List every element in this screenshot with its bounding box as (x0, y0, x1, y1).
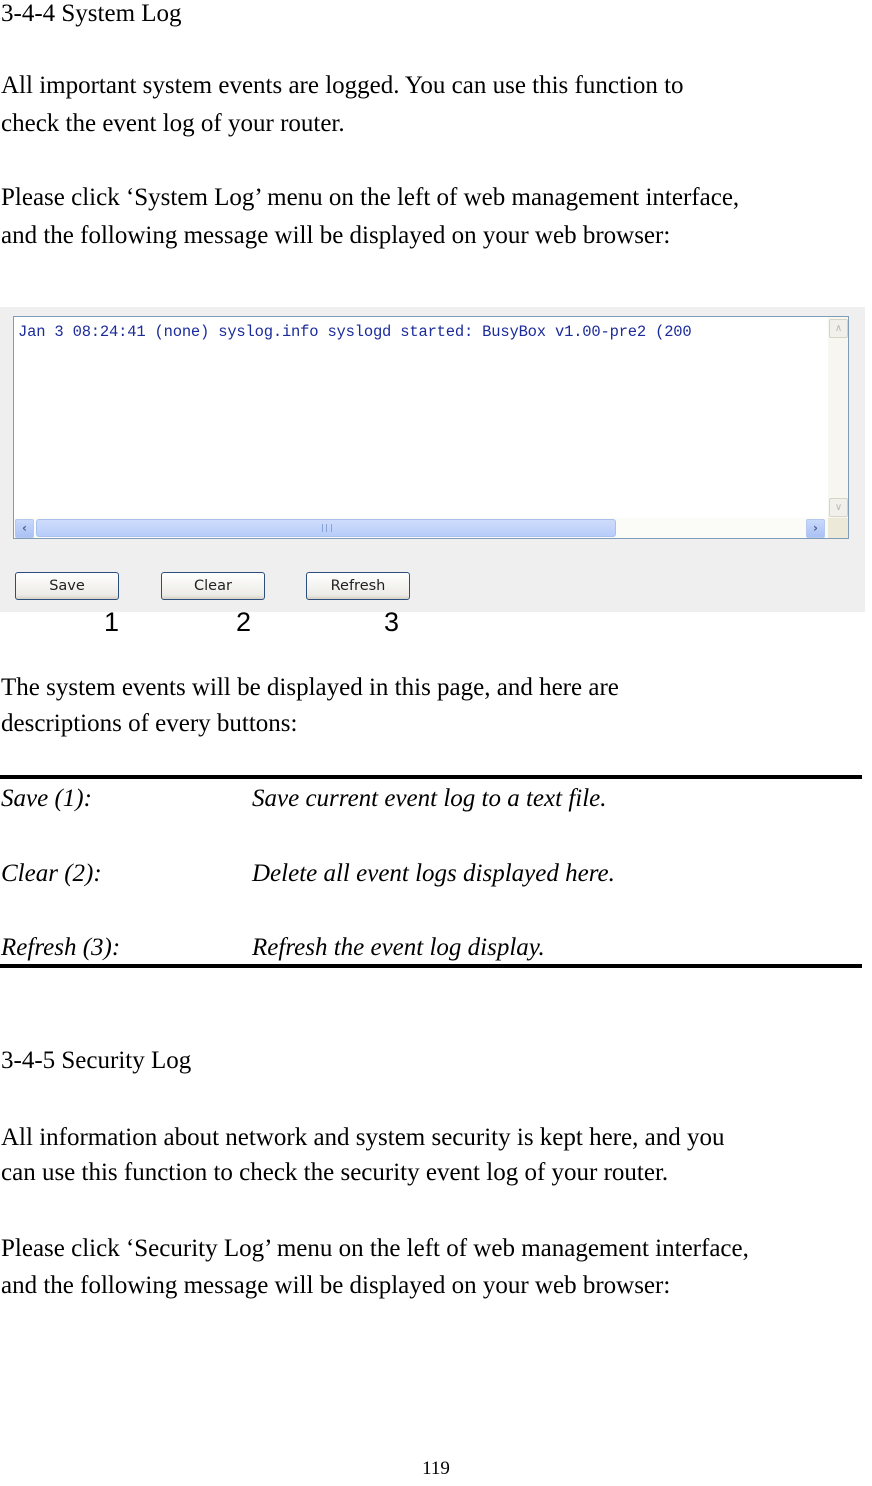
refresh-button[interactable]: Refresh (306, 572, 410, 600)
log-entry: Jan 3 08:24:41 (none) syslog.info syslog… (18, 323, 692, 341)
scroll-right-icon[interactable]: › (806, 519, 825, 538)
security-instruction-line-1: Please click ‘Security Log’ menu on the … (1, 1235, 749, 1262)
table-bottom-rule (0, 964, 862, 968)
description-term: Save (1): (1, 785, 92, 812)
vertical-scrollbar[interactable]: ∧ ∨ (828, 317, 848, 519)
system-log-textarea[interactable]: Jan 3 08:24:41 (none) syslog.info syslog… (13, 316, 849, 539)
description-term: Refresh (3): (1, 934, 121, 961)
instruction-line-2: and the following message will be displa… (1, 222, 671, 249)
callout-number-3: 3 (384, 607, 400, 637)
scroll-down-icon[interactable]: ∨ (829, 498, 848, 517)
callout-number-2: 2 (236, 607, 252, 637)
section-heading-security-log: 3-4-5 Security Log (1, 1047, 192, 1074)
intro-line-2: check the event log of your router. (1, 110, 345, 137)
horizontal-scroll-thumb[interactable] (36, 519, 616, 537)
description-term: Clear (2): (1, 860, 102, 887)
table-top-rule (0, 775, 862, 779)
description-intro-line-2: descriptions of every buttons: (1, 710, 298, 737)
description-text: Save current event log to a text file. (252, 785, 607, 812)
section-heading-system-log: 3-4-4 System Log (1, 0, 182, 27)
save-button[interactable]: Save (15, 572, 119, 600)
intro-line-1: All important system events are logged. … (1, 72, 684, 99)
description-text: Refresh the event log display. (252, 934, 545, 961)
instruction-line-1: Please click ‘System Log’ menu on the le… (1, 184, 740, 211)
security-instruction-line-2: and the following message will be displa… (1, 1272, 671, 1299)
horizontal-scrollbar[interactable]: ‹ › (14, 518, 828, 538)
page-number: 119 (422, 1458, 450, 1479)
description-text: Delete all event logs displayed here. (252, 860, 615, 887)
scroll-up-icon[interactable]: ∧ (829, 319, 848, 338)
grip-icon (322, 524, 332, 532)
callout-number-1: 1 (104, 607, 120, 637)
security-intro-line-1: All information about network and system… (1, 1124, 725, 1151)
description-intro-line-1: The system events will be displayed in t… (1, 674, 619, 701)
scroll-left-icon[interactable]: ‹ (15, 519, 34, 538)
clear-button[interactable]: Clear (161, 572, 265, 600)
scrollbar-corner (828, 518, 848, 538)
security-intro-line-2: can use this function to check the secur… (1, 1159, 669, 1186)
